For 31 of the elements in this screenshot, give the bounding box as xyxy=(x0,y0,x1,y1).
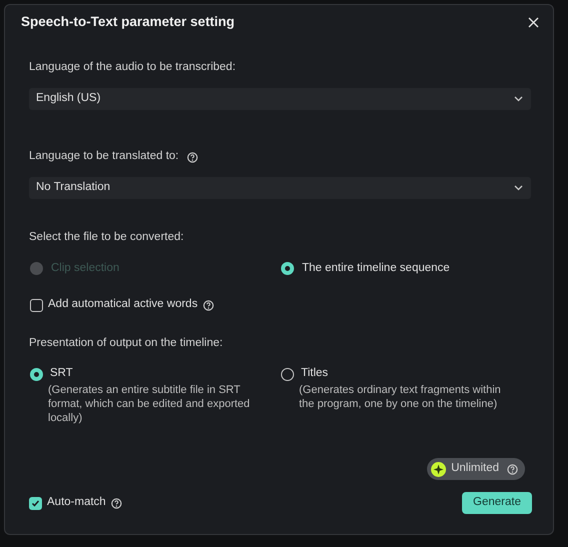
close-icon[interactable] xyxy=(528,16,539,28)
chevron-down-icon xyxy=(514,96,523,102)
option-description: (Generates an entire subtitle file in SRT format, which can be edited and exported locally) xyxy=(48,383,251,425)
radio-label: The entire timeline sequence xyxy=(302,261,450,276)
dialog-title: Speech-to-Text parameter setting xyxy=(21,12,235,31)
generate-button[interactable]: Generate xyxy=(462,492,532,514)
field-label: Language of the audio to be transcribed: xyxy=(29,60,236,76)
checkbox-label: Auto-match xyxy=(47,495,106,510)
help-icon[interactable] xyxy=(507,464,518,474)
radio-button[interactable] xyxy=(30,368,43,380)
quota-label: Unlimited xyxy=(451,461,499,476)
radio-button[interactable] xyxy=(281,262,294,276)
checkbox[interactable] xyxy=(30,298,43,312)
radio-label: SRT xyxy=(50,366,73,382)
radio-label: Titles xyxy=(301,366,328,382)
help-icon[interactable] xyxy=(202,300,214,310)
checkbox-label: Add automatical active words xyxy=(48,297,198,312)
help-icon[interactable] xyxy=(186,152,198,162)
language-dropdown[interactable]: English (US) xyxy=(29,88,531,110)
language-dropdown[interactable]: No Translation xyxy=(29,177,531,199)
help-icon[interactable] xyxy=(110,498,122,508)
checkbox[interactable] xyxy=(29,496,42,510)
field-label: Language to be translated to: xyxy=(29,149,179,164)
checkmark-icon xyxy=(31,498,40,508)
option-description: (Generates ordinary text fragments within the program, one by one on the timeline) xyxy=(299,383,502,411)
sparkle-icon xyxy=(431,462,446,476)
chevron-down-icon xyxy=(514,185,523,191)
radio-label: Clip selection xyxy=(51,261,120,276)
section-label: Select the file to be converted: xyxy=(29,230,185,245)
section-label: Presentation of output on the timeline: xyxy=(29,336,224,351)
radio-button[interactable] xyxy=(281,368,294,380)
